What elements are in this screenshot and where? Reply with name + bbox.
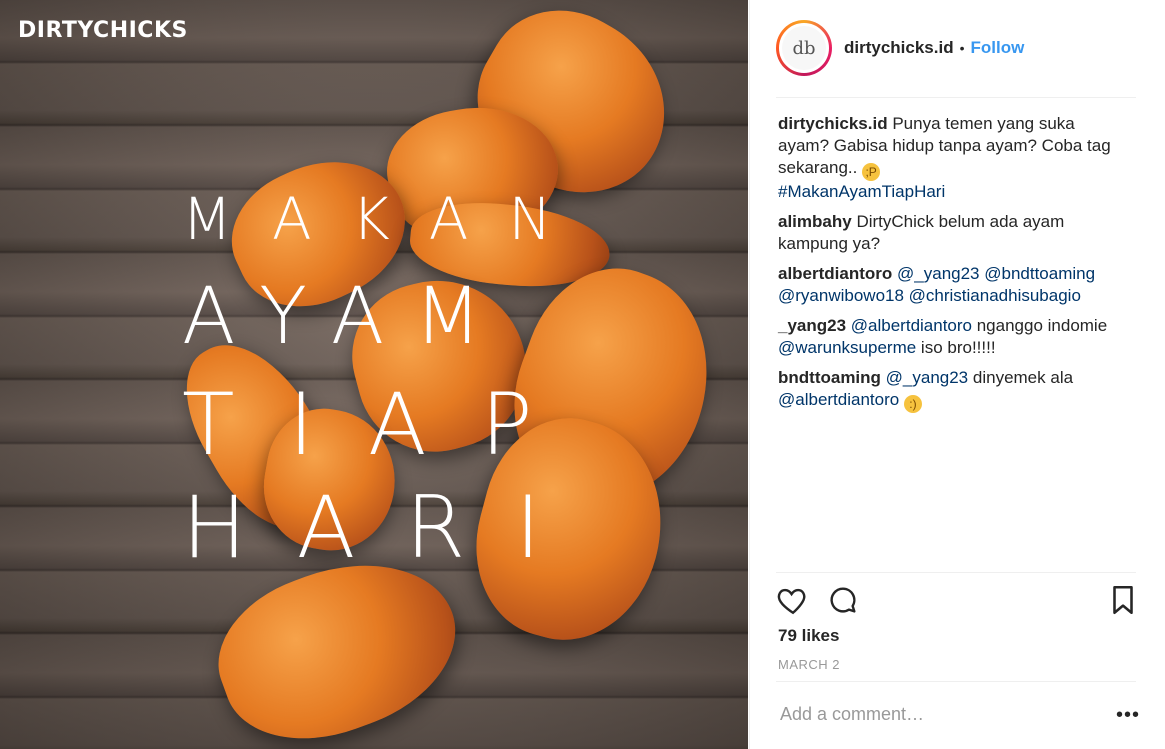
comment-mention[interactable]: @_yang23: [886, 368, 969, 387]
post-photo[interactable]: DIRTYCHICKS MAKAN AYAM TIAP HARI: [0, 0, 748, 749]
photo-text-line-2: AYAM: [182, 272, 512, 362]
header-username[interactable]: dirtychicks.id: [844, 38, 954, 58]
smirk-emoji-icon: :): [903, 395, 922, 413]
heart-icon[interactable]: [776, 583, 810, 617]
post-header: db dirtychicks.id • Follow: [776, 18, 1136, 78]
comment-item: albertdiantoro @_yang23 @bndttoaming @ry…: [778, 263, 1128, 307]
comment-item: _yang23 @albertdiantoro nganggo indomie …: [778, 315, 1128, 359]
comment-username[interactable]: bndttoaming: [778, 368, 881, 387]
post-side-panel: db dirtychicks.id • Follow dirtychicks.i…: [749, 0, 1165, 749]
comment-text: dinyemek ala: [968, 368, 1074, 387]
avatar[interactable]: db: [779, 23, 829, 73]
comment-mention[interactable]: @albertdiantoro: [778, 390, 899, 409]
avatar-story-ring[interactable]: db: [776, 20, 832, 76]
comment-mention[interactable]: @warunksuperme: [778, 338, 916, 357]
post-actions: [776, 583, 1136, 619]
hashtag-link[interactable]: #MakanAyamTiapHari: [778, 182, 945, 201]
likes-count[interactable]: 79 likes: [778, 626, 839, 646]
photo-text-line-3: TIAP: [182, 375, 587, 475]
comment-item: alimbahy DirtyChick belum ada ayam kampu…: [778, 211, 1128, 255]
comment-icon[interactable]: [826, 583, 860, 617]
comment-text: nganggo indomie: [972, 316, 1108, 335]
photo-text-line-1: MAKAN: [182, 185, 592, 253]
avatar-logo: db: [782, 26, 826, 70]
comment-username[interactable]: alimbahy: [778, 212, 852, 231]
caption-comment: dirtychicks.id Punya temen yang suka aya…: [778, 113, 1128, 203]
comment-input-divider: [776, 681, 1136, 682]
header-divider: [776, 97, 1136, 98]
comments-list: dirtychicks.id Punya temen yang suka aya…: [778, 113, 1128, 421]
comment-item: bndttoaming @_yang23 dinyemek ala @alber…: [778, 367, 1128, 413]
post-date[interactable]: MARCH 2: [778, 657, 840, 672]
follow-button[interactable]: Follow: [971, 38, 1025, 58]
actions-divider: [776, 572, 1136, 573]
photo-brand-watermark: DIRTYCHICKS: [18, 18, 188, 43]
comment-username[interactable]: albertdiantoro: [778, 264, 892, 283]
comment-text: iso bro!!!!!: [916, 338, 996, 357]
comment-username[interactable]: _yang23: [778, 316, 846, 335]
photo-text-line-4: HARI: [182, 478, 591, 578]
more-options-icon[interactable]: •••: [1116, 704, 1140, 727]
add-comment-input[interactable]: Add a comment…: [780, 704, 924, 725]
comment-mention[interactable]: @albertdiantoro: [851, 316, 972, 335]
header-dot-separator: •: [959, 40, 965, 56]
winking-tongue-emoji-icon: ;P: [862, 163, 881, 181]
bookmark-icon[interactable]: [1106, 583, 1140, 617]
comment-username[interactable]: dirtychicks.id: [778, 114, 888, 133]
